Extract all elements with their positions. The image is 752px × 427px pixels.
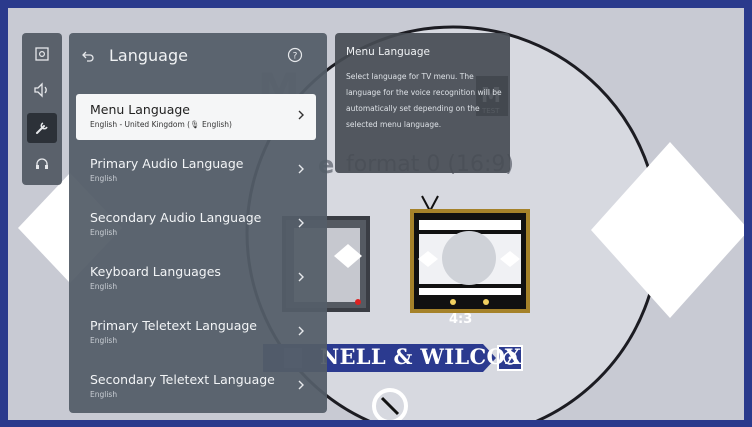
item-label: Primary Audio Language xyxy=(90,156,244,171)
sound-settings-button[interactable] xyxy=(27,75,57,105)
chevron-right-icon xyxy=(298,164,304,174)
tv-screen: M e format 0 (16:9) M TEST NELL & xyxy=(8,8,744,420)
general-settings-button[interactable] xyxy=(27,113,57,143)
brand-text: NELL & WILCOX xyxy=(320,344,522,369)
sound-icon xyxy=(34,82,47,98)
support-headset-icon xyxy=(36,158,48,169)
aspect-ratio-label: 4:3 xyxy=(449,312,473,327)
svg-text:?: ? xyxy=(293,52,298,62)
keyboard-languages-item[interactable]: Keyboard Languages English xyxy=(76,256,316,302)
picture-settings-button[interactable] xyxy=(27,39,57,69)
picture-icon xyxy=(35,47,49,61)
help-tooltip: Menu Language Select language for TV men… xyxy=(335,33,510,173)
chevron-right-icon xyxy=(298,272,304,282)
item-value: English - United Kingdom (🎙 English) xyxy=(90,120,232,129)
settings-category-rail xyxy=(22,33,62,185)
primary-teletext-language-item[interactable]: Primary Teletext Language English xyxy=(76,310,316,356)
tooltip-body: Select language for TV menu. The languag… xyxy=(346,72,502,129)
chevron-right-icon xyxy=(298,218,304,228)
menu-language-item[interactable]: Menu Language English - United Kingdom (… xyxy=(76,94,316,140)
primary-audio-language-item[interactable]: Primary Audio Language English xyxy=(76,148,316,194)
secondary-audio-language-item[interactable]: Secondary Audio Language English xyxy=(76,202,316,248)
item-label: Keyboard Languages xyxy=(90,264,221,279)
support-settings-button[interactable] xyxy=(27,149,57,179)
panel-header: Language ? xyxy=(69,33,327,85)
item-value: English xyxy=(90,390,118,399)
item-value: English xyxy=(90,174,118,183)
back-arrow-icon[interactable] xyxy=(81,49,95,63)
help-icon[interactable]: ? xyxy=(287,47,303,63)
settings-wrench-icon xyxy=(36,122,48,134)
language-settings-panel: Language ? Menu Language English - Unite… xyxy=(69,33,327,413)
item-label: Menu Language xyxy=(90,102,190,117)
panel-title: Language xyxy=(109,46,188,65)
item-value: English xyxy=(90,228,118,237)
chevron-right-icon xyxy=(298,326,304,336)
chevron-right-icon xyxy=(298,380,304,390)
item-label: Secondary Audio Language xyxy=(90,210,262,225)
item-label: Secondary Teletext Language xyxy=(90,372,275,387)
item-value: English xyxy=(90,336,118,345)
tooltip-title: Menu Language xyxy=(346,46,430,58)
item-value: English xyxy=(90,282,118,291)
item-label: Primary Teletext Language xyxy=(90,318,257,333)
chevron-right-icon xyxy=(298,110,304,120)
secondary-teletext-language-item[interactable]: Secondary Teletext Language English xyxy=(76,364,316,410)
